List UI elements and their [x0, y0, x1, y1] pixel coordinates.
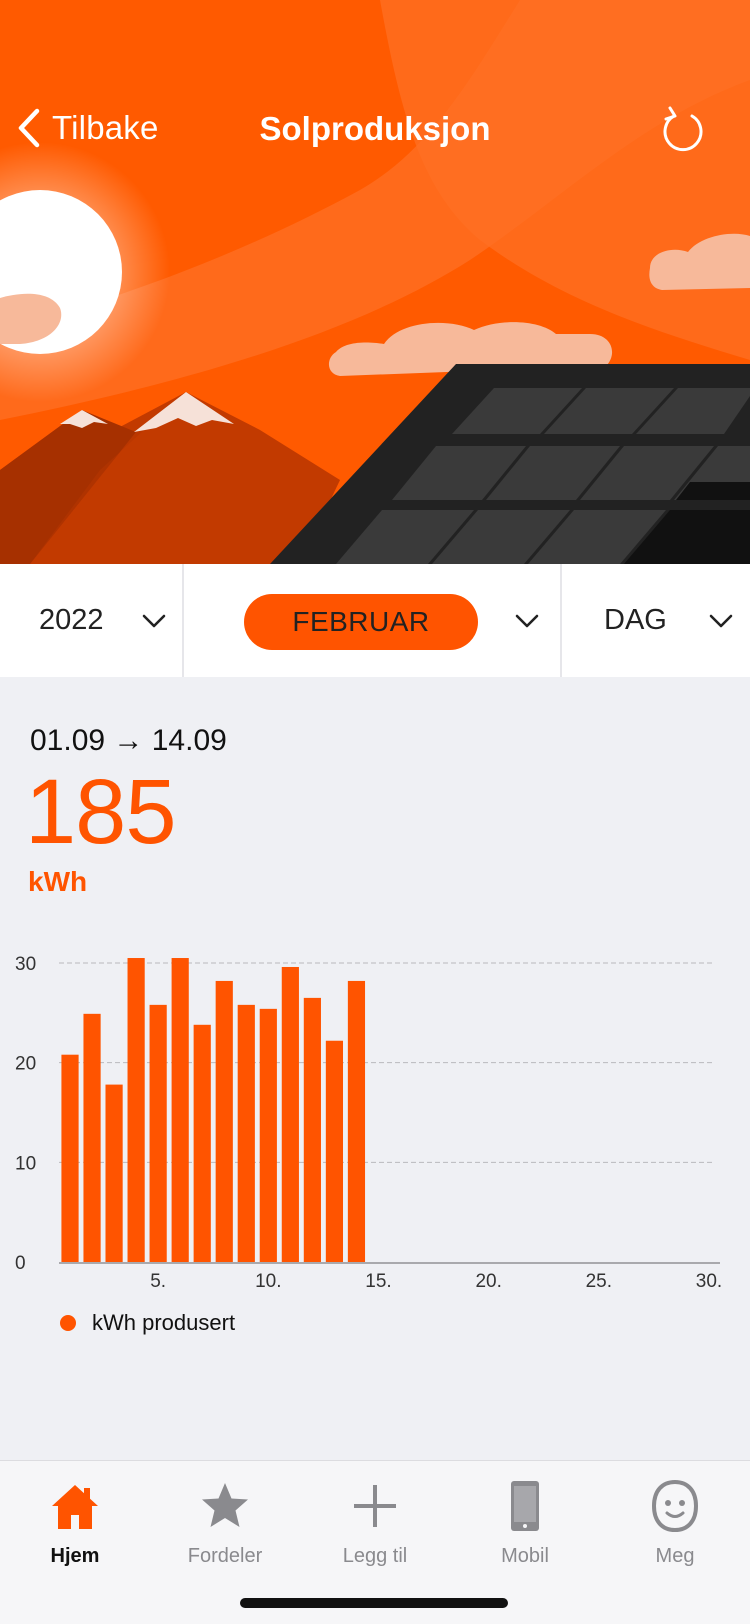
month-value: FEBRUAR [244, 594, 478, 650]
legend-dot [60, 1315, 76, 1331]
period-value: DAG [604, 604, 667, 636]
refresh-icon[interactable] [658, 104, 708, 154]
bar [61, 1054, 79, 1262]
x-tick-label: 10. [255, 1271, 281, 1292]
y-tick-label: 20 [15, 1054, 36, 1075]
tab-label: Meg [655, 1545, 695, 1567]
sunset-solar-illustration [0, 0, 750, 564]
legend-label: kWh produsert [92, 1310, 236, 1335]
tab-label: Fordeler [187, 1545, 263, 1567]
period-selector-bar: 2022 FEBRUAR DAG [0, 564, 750, 677]
phone-icon [511, 1481, 539, 1531]
tab-meg[interactable]: Meg [600, 1479, 750, 1568]
page-title: Solproduksjon [259, 110, 491, 147]
year-value: 2022 [39, 604, 104, 636]
period-dropdown[interactable]: DAG [562, 564, 750, 677]
bar [149, 1004, 167, 1262]
tab-mobil[interactable]: Mobil [450, 1479, 600, 1568]
navigation-bar: Tilbake Solproduksjon [0, 96, 750, 166]
hero-illustration: Tilbake Solproduksjon [0, 0, 750, 564]
home-icon [52, 1485, 98, 1529]
date-range: 01.09 → 14.09 [30, 724, 227, 757]
bar [347, 980, 366, 1262]
x-tick-label: 20. [475, 1271, 501, 1292]
x-tick-label: 30. [696, 1271, 722, 1292]
bar [83, 1013, 101, 1262]
x-tick-label: 5. [150, 1271, 166, 1292]
plus-icon [354, 1485, 396, 1527]
bar [259, 1008, 277, 1262]
y-tick-label: 30 [15, 954, 36, 975]
tab-label: Hjem [50, 1545, 100, 1567]
bar [303, 997, 321, 1262]
tab-fordeler[interactable]: Fordeler [150, 1479, 300, 1568]
star-icon [202, 1483, 248, 1527]
bar [105, 1084, 123, 1262]
bar [281, 966, 299, 1262]
chevron-down-icon [515, 614, 539, 628]
chevron-down-icon [142, 614, 166, 628]
bar [325, 1040, 344, 1262]
month-dropdown[interactable]: FEBRUAR [184, 564, 562, 677]
face-icon [651, 1479, 699, 1533]
chevron-down-icon [709, 614, 733, 628]
total-production-unit: kWh [28, 866, 88, 897]
bar [237, 1004, 255, 1262]
daily-production-chart: 0 10 20 30 5. 10. 15. 20. 25. 30. [15, 954, 722, 1292]
bar [215, 980, 233, 1262]
total-production-value: 185 [25, 761, 176, 863]
tab-label: Mobil [501, 1545, 549, 1567]
bar [127, 958, 145, 1262]
chart-legend: kWh produsert [60, 1310, 235, 1336]
bar [193, 1024, 211, 1262]
bar [171, 958, 189, 1262]
y-tick-label: 0 [15, 1253, 26, 1274]
x-tick-label: 15. [365, 1271, 391, 1292]
home-indicator [240, 1598, 508, 1608]
y-tick-label: 10 [15, 1153, 36, 1174]
tab-label: Legg til [342, 1545, 408, 1567]
year-dropdown[interactable]: 2022 [0, 564, 184, 677]
x-tick-label: 25. [586, 1271, 612, 1292]
tab-legg-til[interactable]: Legg til [300, 1479, 450, 1568]
tab-hjem[interactable]: Hjem [0, 1479, 150, 1568]
